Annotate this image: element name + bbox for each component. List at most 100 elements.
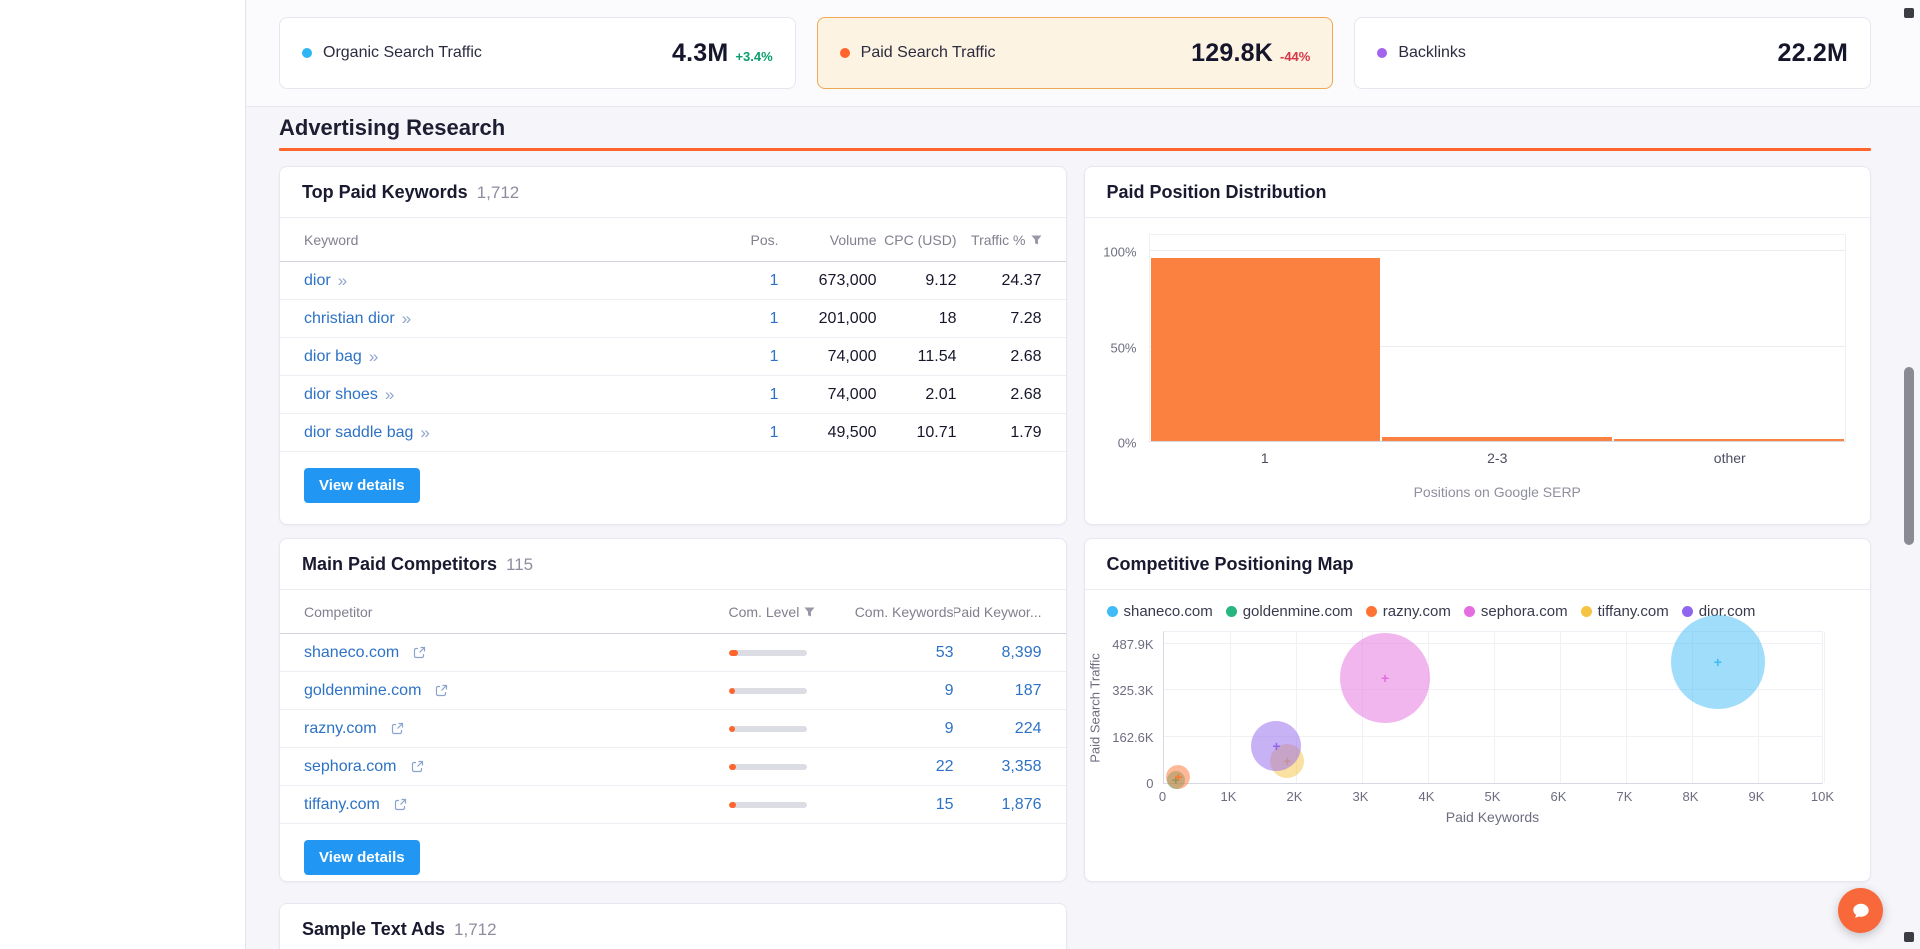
dashboard-columns: Top Paid Keywords 1,712 Keyword Pos. Volum… xyxy=(279,166,1871,949)
external-link-icon[interactable] xyxy=(413,646,426,659)
competitor-link[interactable]: goldenmine.com xyxy=(304,682,421,700)
legend-item-razny-com[interactable]: razny.com xyxy=(1365,603,1451,620)
legend-item-tiffany-com[interactable]: tiffany.com xyxy=(1580,603,1669,620)
legend-dot-icon xyxy=(1106,606,1118,617)
keyword-cell: dior shoes » xyxy=(304,386,699,404)
com-keywords-value[interactable]: 15 xyxy=(844,796,954,814)
position-value: 1 xyxy=(769,309,779,327)
double-arrow-icon[interactable]: » xyxy=(385,386,394,403)
metric-card-backlinks[interactable]: Backlinks 22.2M xyxy=(1354,17,1872,89)
double-arrow-icon[interactable]: » xyxy=(420,424,429,441)
sort-filter-icon[interactable] xyxy=(1031,235,1042,245)
x-axis-label: Paid Keywords xyxy=(1445,809,1540,825)
keyword-link[interactable]: dior xyxy=(304,272,331,290)
card-header: Top Paid Keywords 1,712 xyxy=(280,167,1066,218)
bubble-shaneco-com[interactable]: + xyxy=(1670,614,1765,709)
bar-slot xyxy=(1381,250,1613,441)
y-tick-label: 100% xyxy=(1103,244,1137,260)
competitor-link[interactable]: tiffany.com xyxy=(304,796,380,814)
legend-item-goldenmine-com[interactable]: goldenmine.com xyxy=(1225,603,1353,620)
column-header-traffic-pct-sortable[interactable]: Traffic % xyxy=(957,232,1042,248)
metric-cards-row: Organic Search Traffic 4.3M +3.4% Paid Sear… xyxy=(279,0,1872,106)
com-keywords-value[interactable]: 9 xyxy=(844,720,954,738)
bar-position-other[interactable] xyxy=(1614,439,1844,441)
com-level-bar xyxy=(728,763,807,770)
metric-label: Backlinks xyxy=(1398,44,1466,61)
x-tick-label: 10K xyxy=(1810,789,1835,804)
competitor-cell: shaneco.com xyxy=(304,644,729,662)
column-header-pos: Pos. xyxy=(750,231,779,248)
external-link-icon[interactable] xyxy=(394,798,407,811)
metric-card-right: 4.3M +3.4% xyxy=(672,39,773,68)
bar-chart-caption: Positions on Google SERP xyxy=(1413,484,1581,500)
metric-value: 129.8K xyxy=(1191,38,1273,67)
view-details-button-keywords[interactable]: View details xyxy=(304,468,420,503)
card-count-sample-text-ads: 1,712 xyxy=(454,919,497,939)
com-keywords-value[interactable]: 53 xyxy=(844,644,954,662)
competitor-link[interactable]: shaneco.com xyxy=(304,644,399,662)
metric-card-paid-search-traffic[interactable]: Paid Search Traffic 129.8K -44% xyxy=(816,17,1334,89)
external-link-icon[interactable] xyxy=(435,684,448,697)
com-level-cell xyxy=(728,687,844,694)
main-paid-competitors-table: Competitor Com. Level Com. Keywords Paid Ke… xyxy=(280,590,1066,824)
paid-keywords-value[interactable]: 187 xyxy=(954,682,1042,700)
keyword-link[interactable]: dior saddle bag xyxy=(304,424,413,442)
keyword-link[interactable]: dior shoes xyxy=(304,386,378,404)
view-details-button-competitors[interactable]: View details xyxy=(304,840,420,875)
metric-card-right: 22.2M xyxy=(1778,39,1848,68)
card-count-main-paid-competitors: 115 xyxy=(506,554,534,574)
legend-dot-icon xyxy=(1365,606,1377,617)
com-level-bar-fill xyxy=(728,687,735,694)
volume-value: 49,500 xyxy=(827,423,877,441)
card-title-sample-text-ads: Sample Text Ads xyxy=(302,919,446,939)
page-title: Advertising Research xyxy=(279,115,506,140)
sort-filter-icon[interactable] xyxy=(804,607,815,617)
com-level-cell xyxy=(728,725,844,732)
chart-legend: shaneco.com goldenmine.com razny.com sephor… xyxy=(1085,590,1871,620)
double-arrow-icon[interactable]: » xyxy=(369,348,378,365)
column-header-com-level-sortable[interactable]: Com. Level xyxy=(729,604,844,620)
bar-position-2-3[interactable] xyxy=(1382,436,1613,441)
table-header-row: Keyword Pos. Volume CPC (USD) Traffic % xyxy=(280,218,1066,262)
position-value: 1 xyxy=(769,385,779,403)
competitor-link[interactable]: sephora.com xyxy=(304,758,397,776)
y-tick-label: 325.3K xyxy=(1112,683,1154,699)
legend-dot-icon xyxy=(1681,606,1693,617)
com-level-bar xyxy=(728,725,807,732)
paid-keywords-value[interactable]: 1,876 xyxy=(954,796,1041,814)
external-link-icon[interactable] xyxy=(411,760,424,773)
card-header: Competitive Positioning Map xyxy=(1084,539,1870,590)
cpc-value: 18 xyxy=(938,309,957,327)
bubble-sephora-com[interactable]: + xyxy=(1340,633,1431,724)
metric-card-organic-search-traffic[interactable]: Organic Search Traffic 4.3M +3.4% xyxy=(279,17,796,89)
y-tick-label: 0 xyxy=(1146,776,1154,791)
keyword-table-row: dior saddle bag » 1 49,500 10.71 1.79 xyxy=(280,414,1066,452)
keyword-link[interactable]: dior bag xyxy=(304,348,362,366)
legend-item-sephora-com[interactable]: sephora.com xyxy=(1463,603,1568,620)
legend-item-shaneco-com[interactable]: shaneco.com xyxy=(1106,603,1213,620)
external-link-icon[interactable] xyxy=(391,722,404,735)
double-arrow-icon[interactable]: » xyxy=(338,272,347,289)
scrollbar-down-arrow[interactable] xyxy=(1904,932,1914,942)
scrollbar-thumb[interactable] xyxy=(1904,367,1914,545)
com-keywords-value[interactable]: 9 xyxy=(844,682,954,700)
scrollbar-up-arrow[interactable] xyxy=(1904,8,1914,18)
paid-keywords-value[interactable]: 224 xyxy=(954,720,1042,738)
com-keywords-value[interactable]: 22 xyxy=(844,758,954,776)
metric-label: Paid Search Traffic xyxy=(860,44,996,61)
paid-position-bar-chart: 100% 50% 0% 1 2-3 other Positions on Google … xyxy=(1085,218,1871,500)
paid-keywords-value[interactable]: 3,358 xyxy=(954,758,1041,776)
bar-position-1[interactable] xyxy=(1150,257,1381,441)
competitor-link[interactable]: razny.com xyxy=(304,720,377,738)
chat-launcher-button[interactable] xyxy=(1838,888,1883,933)
com-level-bar-fill xyxy=(728,725,735,732)
keyword-table-row: dior bag » 1 74,000 11.54 2.68 xyxy=(280,338,1066,376)
x-tick-label: 5K xyxy=(1484,789,1501,804)
table-header-row: Competitor Com. Level Com. Keywords Paid Ke… xyxy=(280,590,1066,634)
keyword-cell: christian dior » xyxy=(304,310,699,328)
x-tick-label: 2K xyxy=(1286,789,1303,804)
paid-keywords-value[interactable]: 8,399 xyxy=(954,644,1041,662)
volume-value: 201,000 xyxy=(818,309,877,327)
keyword-link[interactable]: christian dior xyxy=(304,310,395,328)
double-arrow-icon[interactable]: » xyxy=(402,310,411,327)
